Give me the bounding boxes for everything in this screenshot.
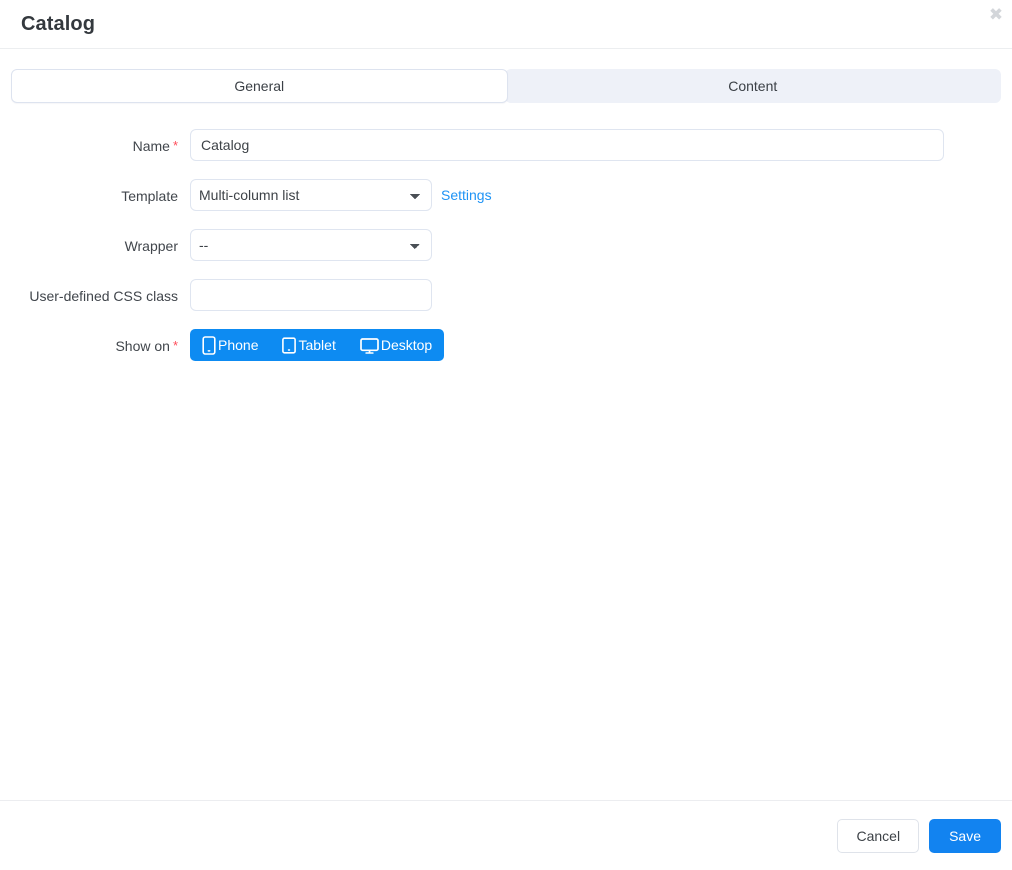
wrapper-select[interactable]: -- [190,229,432,261]
show-on-control: Phone Tablet Desktop [190,329,445,361]
template-select[interactable]: Multi-column list [190,179,432,211]
tab-bar: General Content [11,69,1001,103]
css-class-control [190,279,432,311]
template-label: Template [121,188,178,204]
css-class-input[interactable] [190,279,432,311]
device-toggle-phone[interactable]: Phone [190,329,271,361]
cancel-button[interactable]: Cancel [837,818,920,853]
name-required-marker: * [172,138,178,153]
show-on-label-wrap: Show on * [0,329,190,355]
device-toggle-desktop-label: Desktop [380,337,433,353]
template-label-wrap: Template [0,179,190,205]
css-class-label: User-defined CSS class [29,288,178,304]
template-control: Multi-column list Settings [190,179,492,211]
page-title: Catalog [21,13,96,35]
field-row-name: Name * [0,129,1012,161]
tablet-icon [282,336,297,355]
name-label-wrap: Name * [0,129,190,155]
modal-footer: Cancel Save [0,800,1012,870]
phone-icon [202,335,216,355]
wrapper-label: Wrapper [124,238,178,254]
save-button[interactable]: Save [929,818,1001,853]
field-row-show-on: Show on * Phone Tablet Desktop [0,329,1012,361]
field-row-wrapper: Wrapper -- [0,229,1012,261]
modal-body: General Content Name* Template [0,49,1012,800]
device-toggle-tablet[interactable]: Tablet [270,329,348,361]
name-input[interactable] [190,129,944,161]
wrapper-label-wrap: Wrapper [0,229,190,255]
name-control [190,129,944,161]
tab-content-label: Content [728,78,778,94]
css-class-label-wrap: User-defined CSS class [0,279,190,305]
modal-header: Catalog ✖ [0,0,1012,49]
catalog-modal: Catalog ✖ General Content Name * Catalog… [0,0,1012,870]
field-row-css-class: User-defined CSS class [0,279,1012,311]
tab-general[interactable]: General [11,69,508,103]
desktop-icon [359,336,379,355]
tab-content[interactable]: Content [504,69,1001,103]
close-icon[interactable]: ✖ [985,4,1007,26]
show-on-label: Show on [115,338,170,354]
device-toggle-tablet-label: Tablet [298,337,336,353]
general-form: Name* Template Multi-column list Setting… [0,103,1012,361]
field-row-template: Template Multi-column list Settings [0,179,1012,211]
tab-general-label: General [234,78,285,94]
wrapper-control: -- [190,229,432,261]
template-settings-link[interactable]: Settings [441,179,492,211]
device-toggle-phone-label: Phone [218,337,259,353]
show-on-required-marker: * [172,338,178,353]
device-toggle-group: Phone Tablet Desktop [190,329,445,361]
device-toggle-desktop[interactable]: Desktop [347,329,445,361]
name-label: Name [132,138,170,154]
